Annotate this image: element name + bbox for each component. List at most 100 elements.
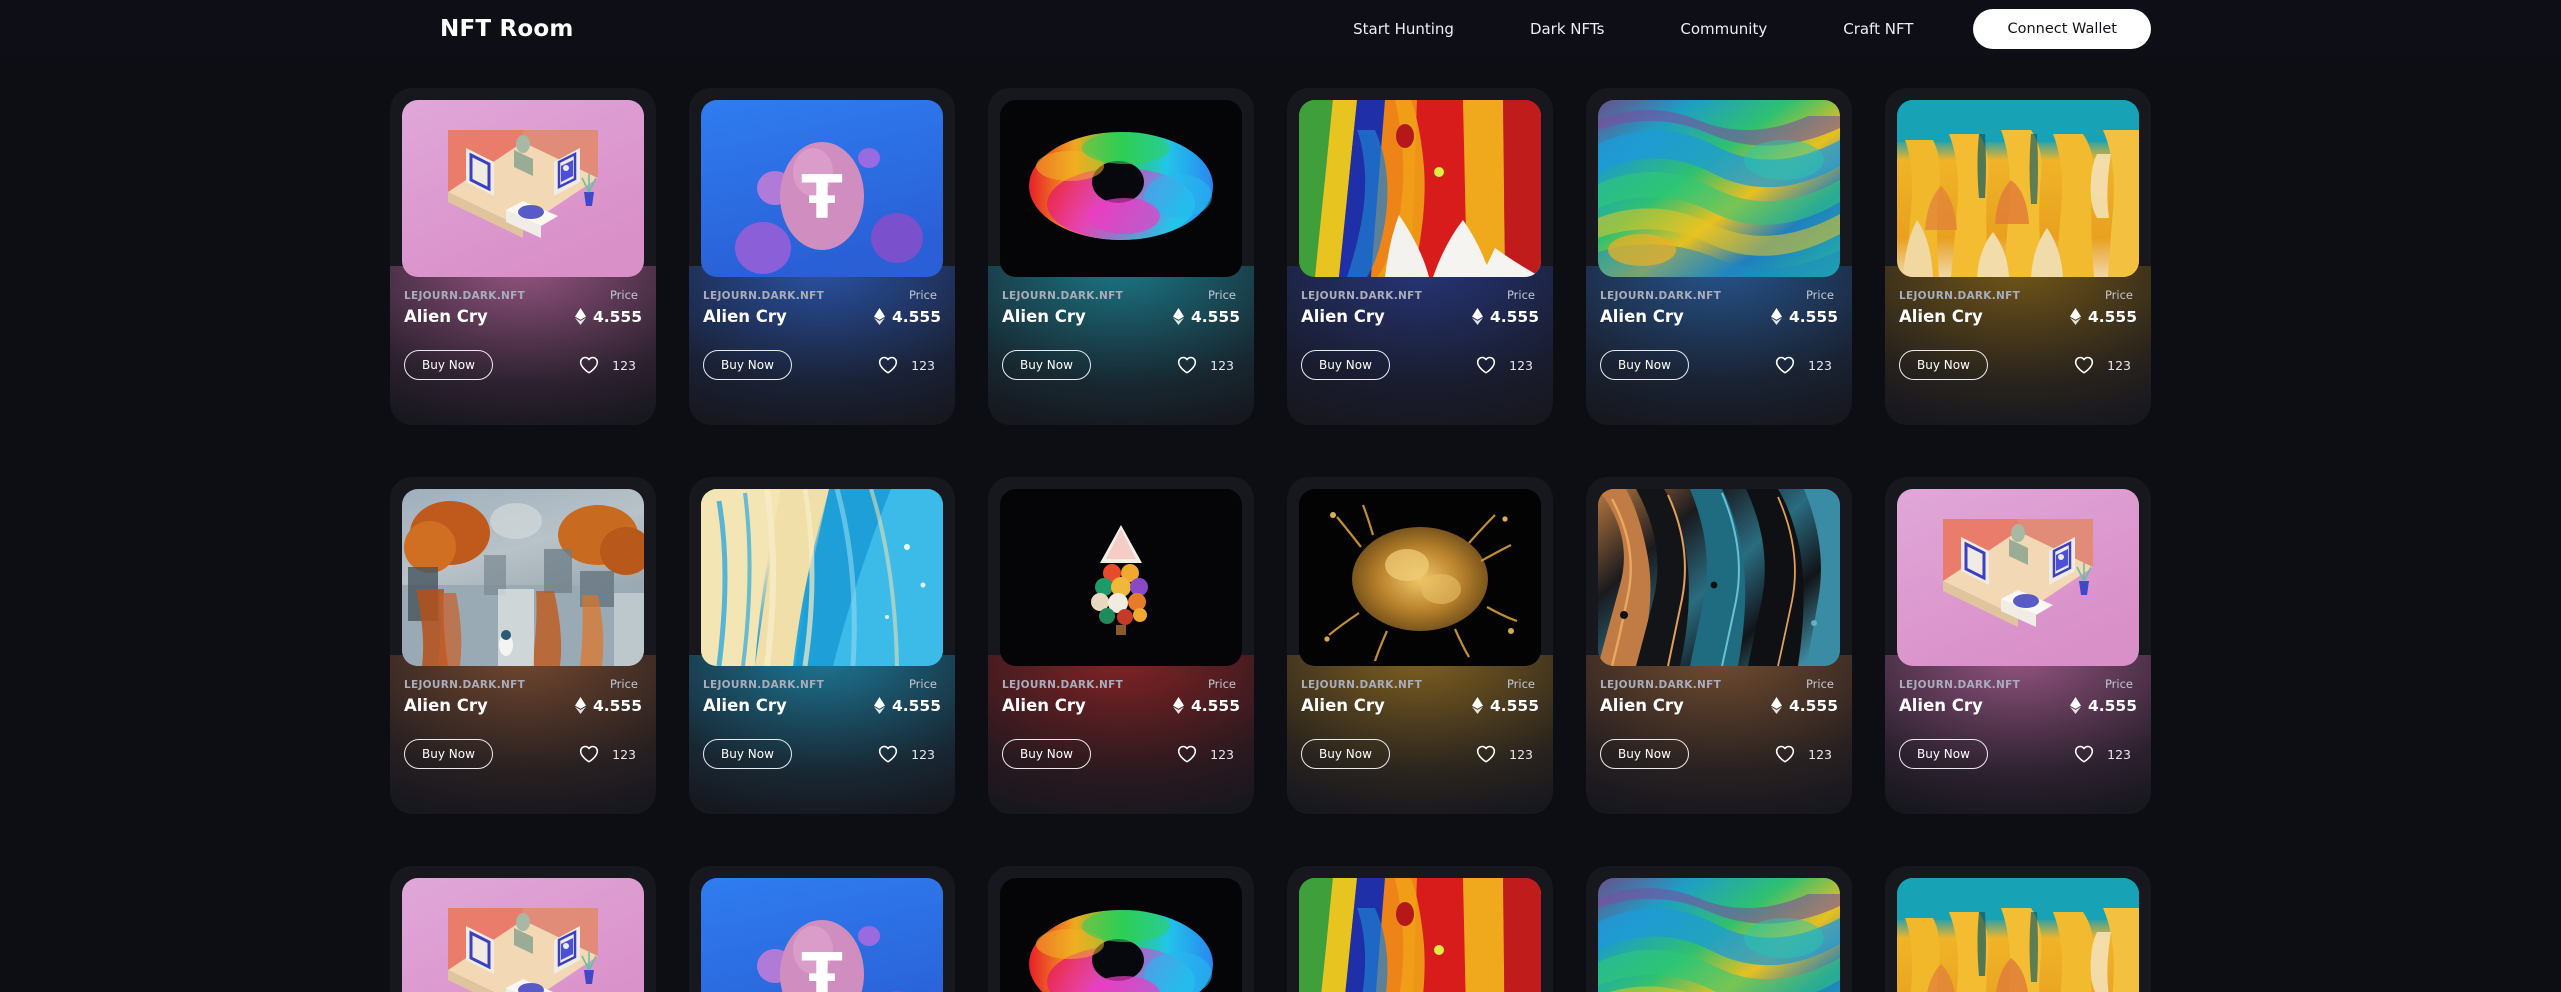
brand-logo[interactable]: NFT Room [440,16,574,42]
buy-now-button[interactable]: Buy Now [404,350,493,380]
like-group[interactable]: 123 [579,745,640,763]
nft-thumbnail[interactable] [1299,100,1541,277]
nft-thumbnail[interactable] [1897,878,2139,992]
heart-icon[interactable] [579,745,599,763]
nft-thumbnail[interactable] [1598,100,1840,277]
like-group[interactable]: 123 [1476,745,1537,763]
like-group[interactable]: 123 [1775,356,1836,374]
heart-icon[interactable] [579,356,599,374]
nav-dark-nfts[interactable]: Dark NFTs [1530,14,1604,44]
collection-name: LEJOURN.DARK.NFT [1600,679,1722,691]
nft-thumbnail[interactable] [1598,878,1840,992]
nft-thumbnail[interactable] [402,878,644,992]
like-count: 123 [1808,357,1832,373]
nft-card[interactable]: Ŧ LEJOURN.DARK.NFTPriceAlien Cry4.555Buy … [689,88,955,425]
like-group[interactable]: 123 [2074,356,2135,374]
buy-now-button[interactable]: Buy Now [1002,350,1091,380]
buy-now-button[interactable]: Buy Now [1301,350,1390,380]
nft-thumbnail[interactable] [1000,489,1242,666]
nft-price: 4.555 [1471,308,1539,326]
nft-title-row: Alien Cry 4.555 [1899,696,2137,715]
nft-thumbnail[interactable] [1299,878,1541,992]
nft-thumbnail[interactable] [1000,878,1242,992]
buy-now-button[interactable]: Buy Now [1899,350,1988,380]
heart-icon[interactable] [1476,745,1496,763]
nft-title: Alien Cry [703,696,787,715]
nav-community[interactable]: Community [1680,14,1767,44]
nav-start-hunting[interactable]: Start Hunting [1353,14,1454,44]
heart-icon[interactable] [1775,745,1795,763]
buy-now-button[interactable]: Buy Now [703,350,792,380]
heart-icon[interactable] [1177,745,1197,763]
nft-card[interactable]: LEJOURN.DARK.NFTPriceAlien Cry4.555Buy N… [390,866,656,992]
nft-grid-section: LEJOURN.DARK.NFT Price Alien Cry 4.555 Buy N… [0,58,2561,992]
heart-icon[interactable] [2074,356,2094,374]
nft-card[interactable]: LEJOURN.DARK.NFTPriceAlien Cry4.555Buy N… [988,477,1254,814]
nft-card-body: LEJOURN.DARK.NFT Price Alien Cry 4.555 Buy N… [1897,677,2139,769]
connect-wallet-button[interactable]: Connect Wallet [1973,9,2151,49]
buy-now-button[interactable]: Buy Now [1301,739,1390,769]
nft-card[interactable]: ŦLEJOURN.DARK.NFTPriceAlien Cry4.555Buy … [689,866,955,992]
like-group[interactable]: 123 [1775,745,1836,763]
heart-icon[interactable] [2074,745,2094,763]
price-label: Price [1207,677,1236,691]
like-group[interactable]: 123 [878,745,939,763]
nft-card[interactable]: LEJOURN.DARK.NFTPriceAlien Cry4.555Buy N… [1885,88,2151,425]
nft-price: 4.555 [873,308,941,326]
nft-card[interactable]: LEJOURN.DARK.NFTPriceAlien Cry4.555Buy N… [1885,477,2151,814]
nft-thumbnail[interactable]: Ŧ [701,878,943,992]
nft-card[interactable]: LEJOURN.DARK.NFTPriceAlien Cry4.555Buy N… [1586,866,1852,992]
buy-now-button[interactable]: Buy Now [404,739,493,769]
nft-card[interactable]: LEJOURN.DARK.NFTPriceAlien Cry4.555Buy N… [390,477,656,814]
nft-thumbnail[interactable] [1598,489,1840,666]
buy-now-button[interactable]: Buy Now [1002,739,1091,769]
nft-card[interactable]: LEJOURN.DARK.NFTPriceAlien Cry4.555Buy N… [390,88,656,425]
buy-now-button[interactable]: Buy Now [703,739,792,769]
buy-now-button[interactable]: Buy Now [1600,350,1689,380]
nft-thumbnail[interactable] [1299,489,1541,666]
nft-title: Alien Cry [404,696,488,715]
nav-craft-nft[interactable]: Craft NFT [1843,14,1913,44]
nft-thumbnail[interactable] [402,489,644,666]
nft-card[interactable]: LEJOURN.DARK.NFTPriceAlien Cry4.555Buy N… [1287,866,1553,992]
like-group[interactable]: 123 [1476,356,1537,374]
nft-card[interactable]: LEJOURN.DARK.NFTPriceAlien Cry4.555Buy N… [988,88,1254,425]
like-group[interactable]: 123 [878,356,939,374]
nft-title-row: Alien Cry 4.555 [1600,696,1838,715]
heart-icon[interactable] [878,745,898,763]
like-group[interactable]: 123 [2074,745,2135,763]
ethereum-diamond-icon [1770,308,1782,325]
buy-now-button[interactable]: Buy Now [1899,739,1988,769]
nft-card[interactable]: LEJOURN.DARK.NFTPriceAlien Cry4.555Buy N… [1586,88,1852,425]
nft-thumbnail[interactable] [701,489,943,666]
nft-card-body: LEJOURN.DARK.NFT Price Alien Cry 4.555 Buy N… [1299,677,1541,769]
nft-thumbnail[interactable]: Ŧ [701,100,943,277]
price-label: Price [1805,288,1834,302]
nft-card-body: LEJOURN.DARK.NFT Price Alien Cry 4.555 Buy N… [701,288,943,380]
like-count: 123 [2107,746,2131,762]
nft-thumbnail[interactable] [1000,100,1242,277]
nft-title-row: Alien Cry 4.555 [1899,307,2137,326]
like-group[interactable]: 123 [579,356,640,374]
heart-icon[interactable] [878,356,898,374]
nft-card[interactable]: LEJOURN.DARK.NFTPriceAlien Cry4.555Buy N… [689,477,955,814]
nft-thumbnail[interactable] [1897,100,2139,277]
buy-now-button[interactable]: Buy Now [1600,739,1689,769]
nft-card[interactable]: LEJOURN.DARK.NFTPriceAlien Cry4.555Buy N… [1885,866,2151,992]
nft-price: 4.555 [574,696,642,715]
heart-icon[interactable] [1775,356,1795,374]
like-count: 123 [1210,357,1234,373]
heart-icon[interactable] [1177,356,1197,374]
ethereum-diamond-icon [574,308,586,325]
like-group[interactable]: 123 [1177,356,1238,374]
nft-card[interactable]: LEJOURN.DARK.NFTPriceAlien Cry4.555Buy N… [1287,88,1553,425]
heart-icon[interactable] [1476,356,1496,374]
nft-meta-row: LEJOURN.DARK.NFT Price [404,288,642,302]
nft-thumbnail[interactable] [1897,489,2139,666]
nft-card[interactable]: LEJOURN.DARK.NFTPriceAlien Cry4.555Buy N… [988,866,1254,992]
nft-card[interactable]: LEJOURN.DARK.NFTPriceAlien Cry4.555Buy N… [1586,477,1852,814]
nft-card[interactable]: LEJOURN.DARK.NFTPriceAlien Cry4.555Buy N… [1287,477,1553,814]
nft-thumbnail[interactable] [402,100,644,277]
price-amount: 4.555 [592,696,642,715]
like-group[interactable]: 123 [1177,745,1238,763]
